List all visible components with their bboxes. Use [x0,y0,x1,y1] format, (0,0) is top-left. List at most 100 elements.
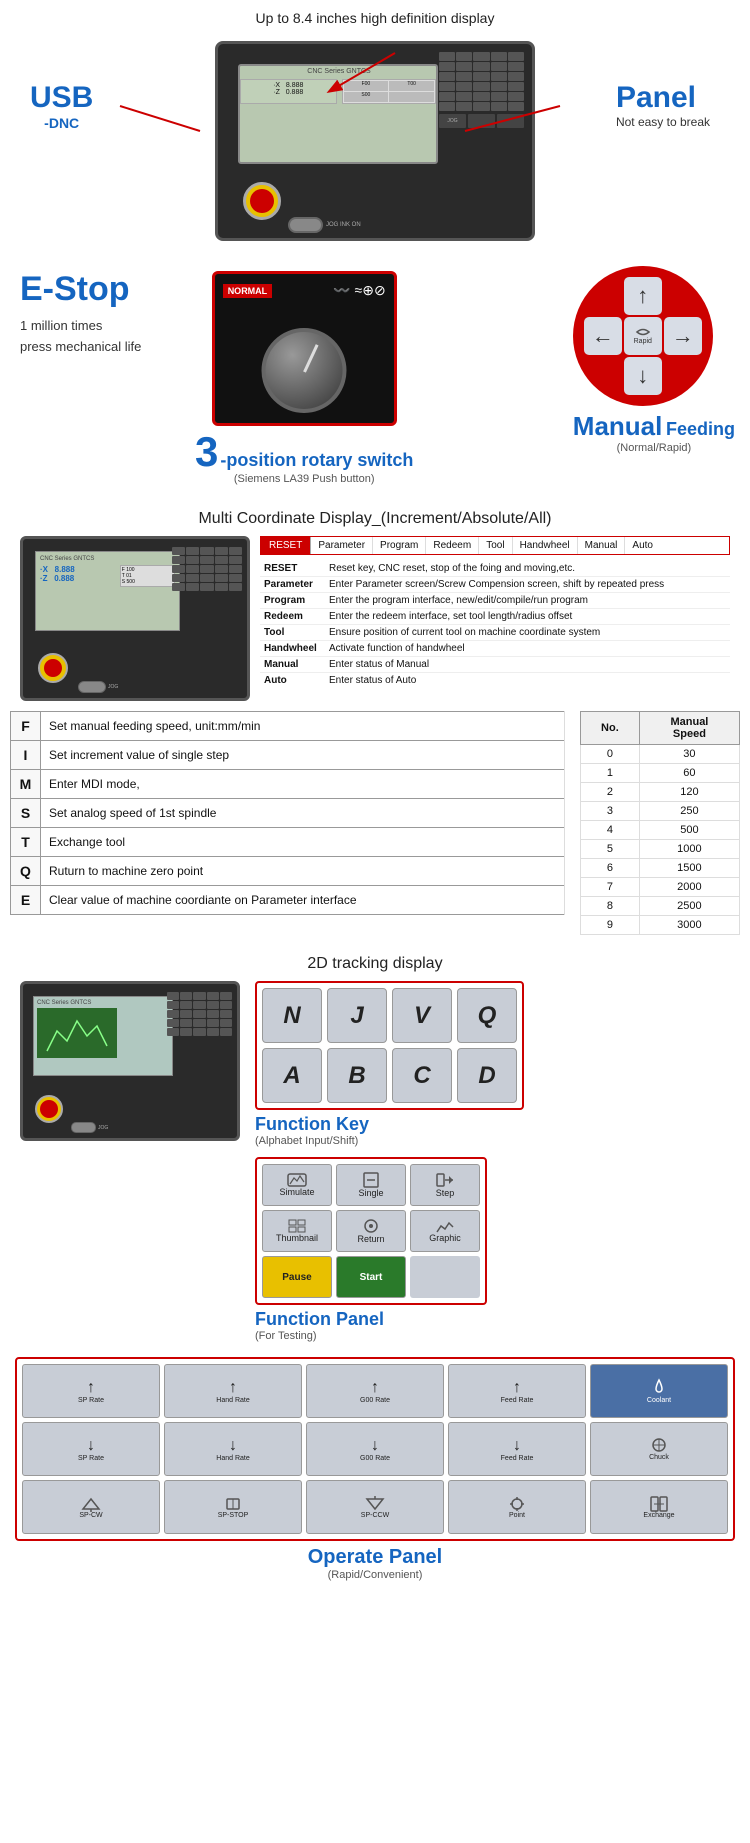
table-row: S Set analog speed of 1st spindle [11,799,565,828]
key-q-desc: Ruturn to machine zero point [41,857,565,886]
table-row: 2120 [581,783,740,802]
table-row: 160 [581,764,740,783]
op-point[interactable]: Point [448,1480,586,1534]
estop-title: E-Stop [20,271,180,308]
func-key-C[interactable]: C [392,1048,452,1103]
key-q: Q [11,857,41,886]
op-sp-cw[interactable]: SP-CW [22,1480,160,1534]
menu-area: RESET Parameter Program Redeem Tool Hand… [260,536,730,688]
estop-desc: 1 million times press mechanical life [20,316,180,358]
menu-handwheel[interactable]: Handwheel [513,537,578,554]
operate-panel-label: Operate Panel [308,1546,443,1568]
table-row: 82500 [581,897,740,916]
machine-image: CNC Series GNTCS ·X 8.888 ·Z 0.888 F00 T… [215,41,535,241]
function-key-section: N J V Q A B C D Function Key (Alphabet I… [255,981,730,1147]
op-feed-rate-up[interactable]: ↑ Feed Rate [448,1364,586,1418]
operate-panel-sub: (Rapid/Convenient) [15,1569,735,1581]
operate-panel-section: ↑ SP Rate ↑ Hand Rate ↑ G00 Rate ↑ Feed … [0,1342,750,1596]
speed-table: No. ManualSpeed 030160212032504500510006… [580,711,740,935]
menu-program[interactable]: Program [373,537,426,554]
op-coolant[interactable]: Coolant [590,1364,728,1418]
menu-tool[interactable]: Tool [479,537,512,554]
op-hand-rate-up[interactable]: ↑ Hand Rate [164,1364,302,1418]
op-chuck[interactable]: Chuck [590,1422,728,1476]
func-panel-label: Function Panel [255,1309,384,1329]
menu-desc-table: RESET Reset key, CNC reset, stop of the … [260,561,730,688]
table-row: I Set increment value of single step [11,741,565,770]
key-table-area: F Set manual feeding speed, unit:mm/min … [10,711,565,915]
speed-col-speed: ManualSpeed [639,712,739,745]
menu-bar: RESET Parameter Program Redeem Tool Hand… [260,536,730,555]
op-sp-rate-down[interactable]: ↓ SP Rate [22,1422,160,1476]
table-row: 72000 [581,878,740,897]
menu-parameter[interactable]: Parameter [311,537,373,554]
op-sp-rate-up[interactable]: ↑ SP Rate [22,1364,160,1418]
menu-auto[interactable]: Auto [625,537,660,554]
menu-redeem[interactable]: Redeem [426,537,479,554]
panel-label: Panel Not easy to break [616,81,710,129]
speed-table-area: No. ManualSpeed 030160212032504500510006… [580,711,740,935]
func-key-Q[interactable]: Q [457,988,517,1043]
op-g00-rate-down[interactable]: ↓ G00 Rate [306,1422,444,1476]
func-key-N[interactable]: N [262,988,322,1043]
panel-return[interactable]: Return [336,1210,406,1252]
estop-info: E-Stop 1 million times press mechanical … [20,271,180,358]
op-hand-rate-down[interactable]: ↓ Hand Rate [164,1422,302,1476]
coord-title: Multi Coordinate Display_(Increment/Abso… [20,510,730,528]
key-e: E [11,886,41,915]
key-t-desc: Exchange tool [41,828,565,857]
rotary-sub: (Siemens LA39 Push button) [234,473,375,485]
panel-start[interactable]: Start [336,1256,406,1298]
function-panel-section: Simulate Single Step Thumbnail [255,1157,730,1342]
operate-panel: ↑ SP Rate ↑ Hand Rate ↑ G00 Rate ↑ Feed … [15,1357,735,1581]
usb-label: USB -DNC [30,81,93,131]
key-t: T [11,828,41,857]
op-g00-rate-up[interactable]: ↑ G00 Rate [306,1364,444,1418]
table-row: 030 [581,745,740,764]
table-row: 3250 [581,802,740,821]
key-s: S [11,799,41,828]
menu-manual[interactable]: Manual [578,537,626,554]
speed-col-no: No. [581,712,640,745]
coord-display-section: Multi Coordinate Display_(Increment/Abso… [0,495,750,701]
table-row: 61500 [581,859,740,878]
func-key-sub: (Alphabet Input/Shift) [255,1135,730,1147]
func-key-A[interactable]: A [262,1048,322,1103]
panel-simulate[interactable]: Simulate [262,1164,332,1206]
table-row: 4500 [581,821,740,840]
op-sp-stop[interactable]: SP-STOP [164,1480,302,1534]
op-exchange[interactable]: Exchange [590,1480,728,1534]
key-s-desc: Set analog speed of 1st spindle [41,799,565,828]
key-f-desc: Set manual feeding speed, unit:mm/min [41,712,565,741]
menu-reset[interactable]: RESET [261,537,311,554]
tracking-section: 2D tracking display CNC Series GNTCS [0,935,750,1342]
func-panel-sub: (For Testing) [255,1330,730,1342]
func-key-label: Function Key [255,1114,369,1134]
rapid-feeding: ↑ ← Rapid → ↓ Manual Feeding (Normal/Rap… [573,266,735,454]
func-key-B[interactable]: B [327,1048,387,1103]
func-key-D[interactable]: D [457,1048,517,1103]
func-key-J[interactable]: J [327,988,387,1043]
op-feed-rate-down[interactable]: ↓ Feed Rate [448,1422,586,1476]
table-row: 93000 [581,916,740,935]
key-m-desc: Enter MDI mode, [41,770,565,799]
machine-screen: CNC Series GNTCS ·X 8.888 ·Z 0.888 F00 T… [238,64,438,164]
key-e-desc: Clear value of machine coordiante on Par… [41,886,565,915]
key-i: I [11,741,41,770]
key-functions-section: F Set manual feeding speed, unit:mm/min … [0,701,750,935]
panel-graphic[interactable]: Graphic [410,1210,480,1252]
func-key-V[interactable]: V [392,988,452,1043]
table-row: T Exchange tool [11,828,565,857]
estop-button[interactable] [243,182,281,220]
section-top-display: Up to 8.4 inches high definition display… [0,0,750,261]
key-f: F [11,712,41,741]
estop-rotary-section: E-Stop 1 million times press mechanical … [0,261,750,495]
panel-single[interactable]: Single [336,1164,406,1206]
table-row: F Set manual feeding speed, unit:mm/min [11,712,565,741]
panel-thumbnail[interactable]: Thumbnail [262,1210,332,1252]
panel-pause[interactable]: Pause [262,1256,332,1298]
rotary-label: -position rotary switch [220,450,413,471]
table-row: M Enter MDI mode, [11,770,565,799]
panel-step[interactable]: Step [410,1164,480,1206]
op-sp-ccw[interactable]: SP-CCW [306,1480,444,1534]
